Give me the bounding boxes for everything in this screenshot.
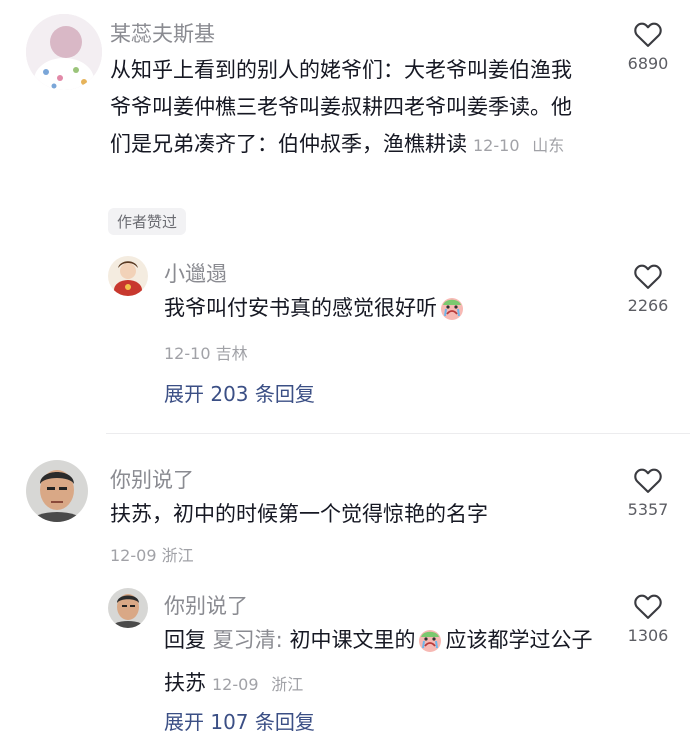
reply-date: 12-09 (212, 675, 259, 694)
avatar[interactable] (108, 588, 148, 628)
reply-text: 回复 夏习清: 初中课文里的 应该都学过公子扶苏 12-09 浙江 (164, 622, 604, 703)
reply-to-user[interactable]: 夏习清: (213, 628, 283, 652)
reply-meta: 12-10 吉林 (164, 340, 248, 364)
comment-meta: 12-09 浙江 (110, 542, 194, 566)
comment-location: 山东 (532, 136, 565, 155)
reply-location: 吉林 (215, 344, 248, 363)
expand-replies-link[interactable]: 展开 107 条回复 (164, 706, 315, 735)
comment-date: 12-09 (110, 546, 157, 565)
like-count: 6890 (627, 54, 669, 73)
avatar[interactable] (26, 460, 88, 522)
comment-author[interactable]: 你别说了 (110, 464, 194, 494)
like-count: 5357 (627, 500, 669, 519)
heart-outline-icon (634, 22, 662, 47)
author-liked-badge: 作者赞过 (108, 208, 187, 235)
reply-text: 我爷叫付安书真的感觉很好听 (164, 290, 467, 333)
comment-text: 扶苏，初中的时候第一个觉得惊艳的名字 (110, 502, 488, 526)
reply-body-before: 初中课文里的 (289, 628, 416, 652)
comment-author[interactable]: 某蕊夫斯基 (110, 18, 215, 48)
divider (106, 433, 690, 434)
avatar[interactable] (108, 256, 148, 296)
like-count: 2266 (627, 296, 669, 315)
heart-outline-icon (634, 468, 662, 493)
reply-location: 浙江 (271, 675, 304, 694)
like-button[interactable]: 1306 (612, 592, 684, 645)
reply-prefix: 回复 (164, 628, 206, 652)
expand-replies-link[interactable]: 展开 203 条回复 (164, 378, 315, 407)
comment-location: 浙江 (161, 546, 194, 565)
like-button[interactable]: 2266 (612, 262, 684, 315)
reply-date: 12-10 (164, 344, 211, 363)
avatar[interactable] (26, 14, 102, 90)
like-button[interactable]: 6890 (612, 20, 684, 73)
like-count: 1306 (627, 626, 669, 645)
comment-date: 12-10 (473, 136, 520, 155)
reply-body: 我爷叫付安书真的感觉很好听 (164, 296, 437, 320)
heart-outline-icon (634, 264, 662, 289)
like-button[interactable]: 5357 (612, 466, 684, 519)
crying-face-emoji (439, 295, 465, 333)
heart-outline-icon (634, 594, 662, 619)
comment-text: 从知乎上看到的别人的姥爷们：大老爷叫姜伯渔我爷爷叫姜仲樵三老爷叫姜叔耕四老爷叫姜… (110, 52, 590, 164)
reply-author[interactable]: 小邋遢 (164, 258, 227, 288)
reply-author[interactable]: 你别说了 (164, 590, 248, 620)
crying-face-emoji (417, 627, 443, 665)
